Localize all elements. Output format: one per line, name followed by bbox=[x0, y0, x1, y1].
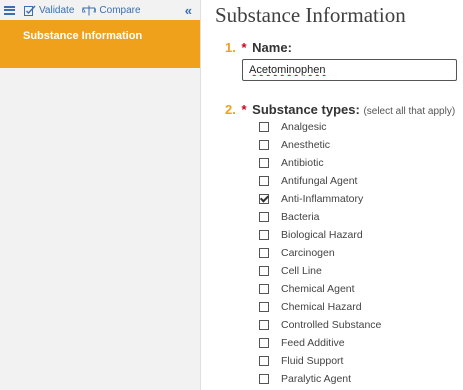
option-anesthetic[interactable]: Anesthetic bbox=[259, 136, 381, 154]
option-label: Bacteria bbox=[281, 211, 320, 223]
option-label: Controlled Substance bbox=[281, 319, 382, 331]
sidebar-item-label: Substance Information bbox=[23, 30, 143, 42]
checkbox[interactable] bbox=[259, 140, 269, 150]
checkbox[interactable] bbox=[259, 176, 269, 186]
question-label: Name: bbox=[252, 40, 292, 55]
option-anti-inflammatory[interactable]: Anti-Inflammatory bbox=[259, 190, 381, 208]
compare-button[interactable]: Compare bbox=[82, 4, 141, 16]
option-chemical-hazard[interactable]: Chemical Hazard bbox=[259, 298, 381, 316]
checkbox[interactable] bbox=[259, 302, 269, 312]
option-cell-line[interactable]: Cell Line bbox=[259, 262, 381, 280]
required-mark: * bbox=[241, 40, 247, 55]
compare-label: Compare bbox=[99, 4, 141, 16]
option-label: Cell Line bbox=[281, 265, 322, 277]
substance-types-list: Analgesic Anesthetic Antibiotic Antifung… bbox=[259, 118, 381, 388]
option-fluid-support[interactable]: Fluid Support bbox=[259, 352, 381, 370]
option-paralytic-agent[interactable]: Paralytic Agent bbox=[259, 370, 381, 388]
option-controlled-substance[interactable]: Controlled Substance bbox=[259, 316, 381, 334]
checkbox[interactable] bbox=[259, 230, 269, 240]
option-label: Fluid Support bbox=[281, 355, 344, 367]
option-label: Antibiotic bbox=[281, 157, 324, 169]
checkbox[interactable] bbox=[259, 248, 269, 258]
sidebar: Validate Compare « Substance Information bbox=[0, 0, 201, 390]
option-antibiotic[interactable]: Antibiotic bbox=[259, 154, 381, 172]
question-hint: (select all that apply) bbox=[363, 106, 456, 117]
validate-label: Validate bbox=[39, 4, 75, 16]
option-label: Biological Hazard bbox=[281, 229, 363, 241]
question-name: 1. * Name: bbox=[225, 40, 292, 55]
page-title: Substance Information bbox=[215, 3, 406, 27]
checkbox[interactable] bbox=[259, 338, 269, 348]
option-label: Antifungal Agent bbox=[281, 175, 358, 187]
checkbox[interactable] bbox=[259, 212, 269, 222]
required-mark: * bbox=[241, 102, 247, 117]
option-label: Anesthetic bbox=[281, 139, 331, 151]
checkbox[interactable] bbox=[259, 374, 269, 384]
validate-button[interactable]: Validate bbox=[24, 5, 74, 16]
checkbox[interactable] bbox=[259, 122, 269, 132]
menu-icon[interactable] bbox=[4, 5, 15, 15]
option-chemical-agent[interactable]: Chemical Agent bbox=[259, 280, 381, 298]
question-substance-types: 2. * Substance types: (select all that a… bbox=[225, 102, 455, 117]
validate-icon bbox=[24, 5, 36, 16]
checkbox[interactable] bbox=[259, 194, 269, 204]
option-label: Chemical Hazard bbox=[281, 301, 362, 313]
option-label: Carcinogen bbox=[281, 247, 335, 259]
checkbox[interactable] bbox=[259, 320, 269, 330]
sidebar-toolbar: Validate Compare « bbox=[0, 0, 200, 20]
question-label: Substance types: bbox=[252, 102, 360, 117]
checkbox[interactable] bbox=[259, 356, 269, 366]
option-label: Anti-Inflammatory bbox=[281, 193, 364, 205]
checkbox[interactable] bbox=[259, 266, 269, 276]
checkbox[interactable] bbox=[259, 284, 269, 294]
option-antifungal-agent[interactable]: Antifungal Agent bbox=[259, 172, 381, 190]
option-label: Paralytic Agent bbox=[281, 373, 352, 385]
option-label: Feed Additive bbox=[281, 337, 345, 349]
option-label: Analgesic bbox=[281, 121, 327, 133]
option-carcinogen[interactable]: Carcinogen bbox=[259, 244, 381, 262]
name-input[interactable] bbox=[242, 59, 457, 81]
option-label: Chemical Agent bbox=[281, 283, 355, 295]
compare-icon bbox=[82, 5, 97, 15]
sidebar-item-substance-information[interactable]: Substance Information bbox=[0, 20, 200, 68]
checkbox[interactable] bbox=[259, 158, 269, 168]
option-analgesic[interactable]: Analgesic bbox=[259, 118, 381, 136]
option-bacteria[interactable]: Bacteria bbox=[259, 208, 381, 226]
collapse-icon[interactable]: « bbox=[185, 4, 192, 17]
option-biological-hazard[interactable]: Biological Hazard bbox=[259, 226, 381, 244]
question-number: 1. bbox=[225, 40, 236, 55]
question-number: 2. bbox=[225, 102, 236, 117]
option-feed-additive[interactable]: Feed Additive bbox=[259, 334, 381, 352]
